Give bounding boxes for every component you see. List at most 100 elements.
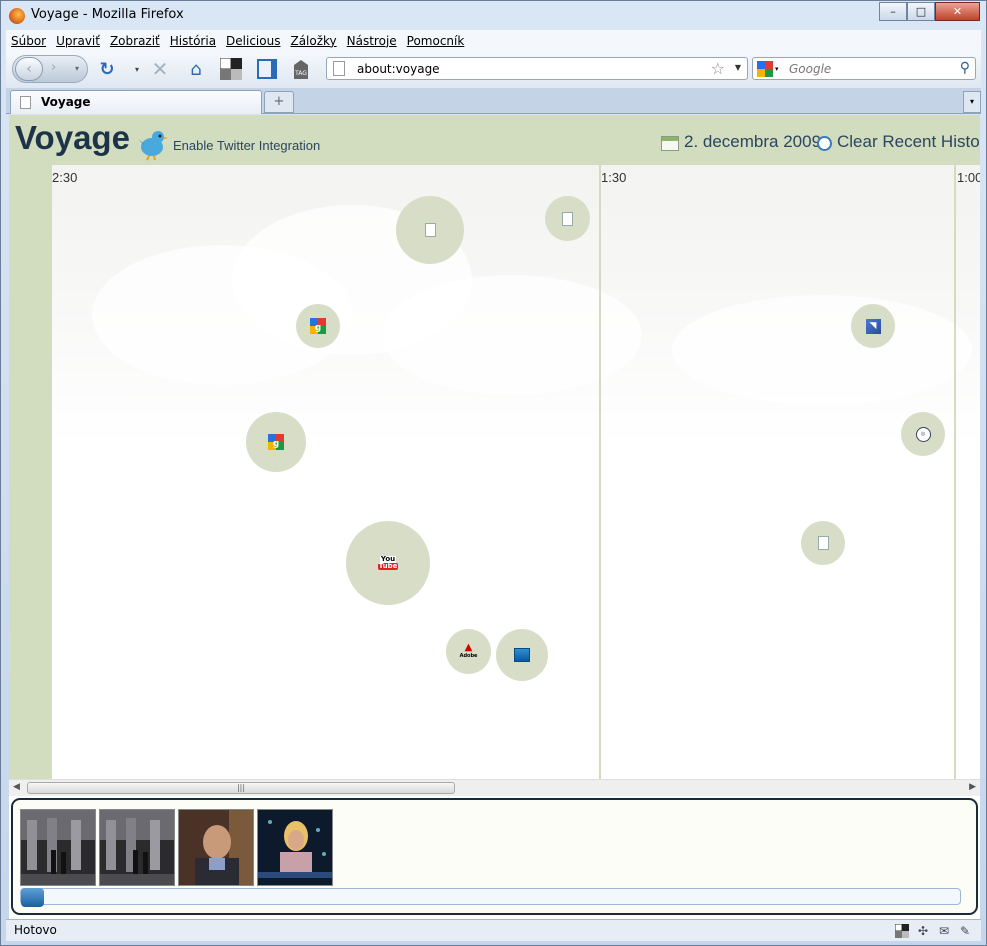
bookmark-sidebar-icon[interactable]	[256, 58, 278, 80]
voyage-header: Voyage Enable Twitter Integration 2. dec…	[9, 115, 980, 165]
back-forward-group: ‹ › ▾	[12, 55, 88, 83]
menu-help[interactable]: Pomocník	[402, 34, 470, 48]
network-icon[interactable]: ✣	[915, 923, 931, 939]
horizontal-scrollbar[interactable]: ◀ ||| ▶	[9, 779, 980, 796]
history-dropdown-icon[interactable]: ▾	[75, 64, 79, 73]
page-icon	[333, 61, 345, 76]
scroll-right-icon[interactable]: ▶	[969, 782, 976, 792]
scrollbar-thumb[interactable]: |||	[27, 782, 455, 794]
google-icon: g	[310, 318, 326, 334]
page-icon	[817, 536, 829, 550]
status-text: Hotovo	[14, 923, 57, 937]
history-bubble[interactable]: ◎	[901, 412, 945, 456]
calendar-icon[interactable]	[661, 136, 679, 151]
history-bubble[interactable]: g	[246, 412, 306, 472]
twitter-bird-icon[interactable]	[137, 127, 169, 161]
page-icon	[424, 223, 436, 237]
youtube-icon: You Tube	[377, 555, 399, 570]
history-bubble[interactable]	[496, 629, 548, 681]
close-button[interactable]: ✕	[935, 2, 980, 21]
reload-icon[interactable]: ↻	[96, 58, 118, 80]
search-icon[interactable]: ⚲	[960, 60, 970, 76]
menu-bookmarks[interactable]: Záložky	[285, 34, 341, 48]
forward-icon[interactable]: ›	[51, 60, 56, 75]
bookmark-star-icon[interactable]: ☆	[711, 59, 725, 78]
mail-icon[interactable]: ✉	[936, 923, 952, 939]
video-thumbnail[interactable]	[20, 809, 96, 886]
firefox-logo-icon	[9, 8, 25, 24]
time-divider	[954, 165, 956, 779]
address-bar[interactable]: about:voyage ☆ ▼	[326, 57, 748, 80]
history-bubble[interactable]	[801, 521, 845, 565]
page-icon	[562, 211, 573, 226]
timeline-gutter	[9, 165, 52, 779]
google-icon: g	[268, 434, 284, 450]
back-icon[interactable]: ‹	[15, 57, 43, 81]
time-label: 1:30	[601, 170, 627, 185]
video-thumbnail[interactable]	[99, 809, 175, 886]
twitter-integration-link[interactable]: Enable Twitter Integration	[173, 138, 320, 153]
navigation-toolbar: ‹ › ▾ ↻ ▾ ✕ ⌂ TAG about:voyage ☆ ▼ ▾ Goo	[6, 52, 981, 88]
tab-list-button[interactable]: ▾	[963, 91, 981, 113]
time-divider	[599, 165, 601, 779]
tag-icon[interactable]: TAG	[290, 58, 312, 80]
cloud-background	[52, 165, 980, 779]
history-bubble[interactable]: You Tube	[346, 521, 430, 605]
menu-edit[interactable]: Upraviť	[51, 34, 105, 48]
delicious-status-icon[interactable]	[894, 923, 910, 939]
video-progress-slider[interactable]	[20, 888, 961, 907]
chart-icon	[514, 648, 530, 662]
date-selector[interactable]: 2. decembra 2009	[684, 132, 821, 152]
slider-handle[interactable]	[21, 888, 44, 907]
new-tab-button[interactable]: +	[264, 91, 294, 113]
browser-window: Voyage - Mozilla Firefox – □ ✕ Súbor Upr…	[0, 0, 987, 946]
video-thumbnail[interactable]	[178, 809, 254, 886]
time-label: 1:00	[957, 170, 980, 185]
search-input[interactable]: Google	[789, 62, 831, 76]
url-input[interactable]: about:voyage	[357, 62, 440, 76]
menu-delicious[interactable]: Delicious	[221, 34, 285, 48]
menu-file[interactable]: Súbor	[6, 34, 51, 48]
home-icon[interactable]: ⌂	[185, 58, 207, 80]
adobe-icon: ▲ Adobe	[459, 641, 478, 659]
menu-view[interactable]: Zobraziť	[105, 34, 165, 48]
history-bubble[interactable]	[396, 196, 464, 264]
stop-icon[interactable]: ✕	[149, 57, 171, 81]
reload-dropdown-icon[interactable]: ▾	[126, 58, 148, 80]
globe-icon: ◎	[915, 426, 931, 442]
clock-icon[interactable]	[817, 136, 832, 151]
history-bubble[interactable]	[545, 196, 590, 241]
delicious-icon[interactable]	[220, 58, 242, 80]
minimize-button[interactable]: –	[879, 2, 907, 21]
window-controls: – □ ✕	[879, 2, 980, 21]
page-content: Voyage Enable Twitter Integration 2. dec…	[9, 115, 980, 919]
status-icons: ✣ ✉ ✎	[894, 923, 973, 939]
history-bubble[interactable]: ◥	[851, 304, 895, 348]
svg-text:g: g	[273, 439, 279, 449]
url-dropdown-icon[interactable]: ▼	[735, 63, 741, 72]
maximize-button[interactable]: □	[907, 2, 935, 21]
clear-history-link[interactable]: Clear Recent History	[837, 132, 980, 152]
search-engine-dropdown-icon[interactable]: ▾	[775, 65, 779, 73]
video-thumbnail[interactable]	[257, 809, 333, 886]
history-bubble[interactable]: g	[296, 304, 340, 348]
page-icon	[20, 96, 31, 109]
voyage-logo: Voyage	[15, 119, 130, 156]
menu-history[interactable]: História	[165, 34, 221, 48]
title-bar: Voyage - Mozilla Firefox – □ ✕	[1, 1, 986, 30]
tab-strip: Voyage + ▾	[6, 88, 981, 114]
scroll-left-icon[interactable]: ◀	[13, 782, 20, 792]
tab-voyage[interactable]: Voyage	[10, 90, 262, 114]
pen-icon[interactable]: ✎	[957, 923, 973, 939]
menu-bar: Súbor Upraviť Zobraziť História Deliciou…	[6, 30, 981, 52]
tab-label: Voyage	[41, 95, 91, 109]
menu-tools[interactable]: Nástroje	[342, 34, 402, 48]
window-title: Voyage - Mozilla Firefox	[31, 7, 184, 22]
rss-icon: ◥	[865, 318, 881, 334]
history-bubble[interactable]: ▲ Adobe	[446, 629, 491, 674]
google-icon[interactable]	[757, 61, 773, 77]
search-bar[interactable]: ▾ Google ⚲	[752, 57, 976, 80]
video-panel	[11, 798, 978, 915]
svg-text:TAG: TAG	[294, 70, 307, 77]
svg-text:g: g	[315, 323, 321, 333]
